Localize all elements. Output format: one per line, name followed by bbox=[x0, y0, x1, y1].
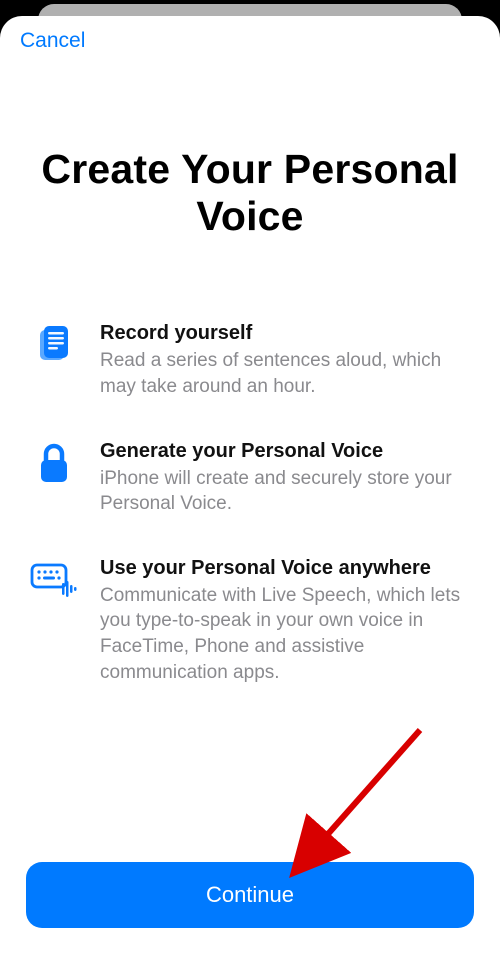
feature-title: Generate your Personal Voice bbox=[100, 438, 470, 464]
feature-generate: Generate your Personal Voice iPhone will… bbox=[26, 438, 474, 517]
feature-use-anywhere: Use your Personal Voice anywhere Communi… bbox=[26, 555, 474, 686]
feature-record: Record yourself Read a series of sentenc… bbox=[26, 320, 474, 399]
lock-icon bbox=[30, 438, 78, 486]
feature-desc: Read a series of sentences aloud, which … bbox=[100, 348, 470, 399]
document-icon bbox=[30, 320, 78, 368]
feature-list: Record yourself Read a series of sentenc… bbox=[26, 320, 474, 852]
continue-button[interactable]: Continue bbox=[26, 862, 474, 928]
keyboard-speech-icon bbox=[30, 555, 78, 599]
header-bar: Cancel bbox=[20, 16, 480, 66]
feature-desc: Communicate with Live Speech, which lets… bbox=[100, 583, 470, 686]
cancel-button[interactable]: Cancel bbox=[20, 29, 85, 53]
feature-desc: iPhone will create and securely store yo… bbox=[100, 466, 470, 517]
feature-title: Record yourself bbox=[100, 320, 470, 346]
page-title: Create Your Personal Voice bbox=[26, 146, 474, 240]
onboarding-sheet: Cancel Create Your Personal Voice Record… bbox=[0, 16, 500, 958]
feature-title: Use your Personal Voice anywhere bbox=[100, 555, 470, 581]
